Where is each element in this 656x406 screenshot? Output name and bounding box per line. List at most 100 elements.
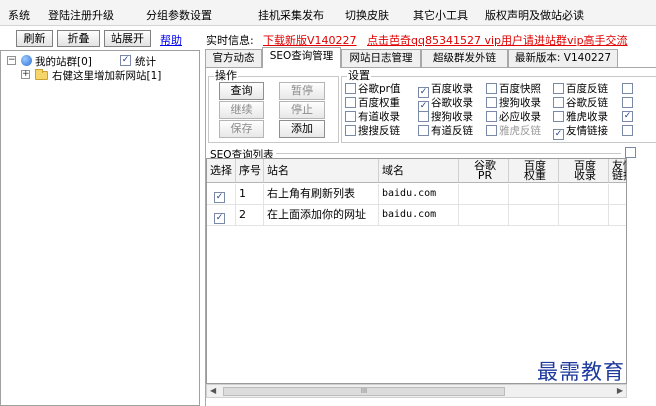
- table-row-2-no: 2: [236, 205, 264, 226]
- menu-login-register[interactable]: 登陆注册升级: [48, 7, 114, 23]
- opt-baidu-weight[interactable]: 百度权重: [345, 97, 400, 109]
- opt-youdao-backlinks[interactable]: 有道反链: [418, 125, 473, 137]
- tab-seo-query[interactable]: SEO查询管理: [262, 47, 341, 68]
- opt-sogou-index-2[interactable]: 搜狗收录: [418, 111, 473, 123]
- stats-label: 统计: [135, 56, 156, 68]
- overflow-checkbox-2[interactable]: [622, 97, 633, 108]
- opt-sogou-index[interactable]: 搜狗收录: [486, 97, 541, 109]
- scroll-right-icon[interactable]: ▶: [617, 386, 623, 395]
- menu-group-settings[interactable]: 分组参数设置: [146, 7, 212, 23]
- opt-bing-index[interactable]: 必应收录: [486, 111, 541, 123]
- collapse-icon[interactable]: −: [7, 56, 16, 65]
- sogou-index-2-checkbox[interactable]: [418, 111, 429, 122]
- table-row-1-name: 右上角有刷新列表: [264, 184, 379, 205]
- stats-checkbox[interactable]: [120, 55, 131, 66]
- add-button[interactable]: 添加: [279, 120, 325, 138]
- tab-mass-backlinks[interactable]: 超级群发外链: [421, 49, 508, 67]
- col-header-google-pr[interactable]: 谷歌 PR: [459, 159, 509, 183]
- globe-icon: [21, 55, 32, 66]
- save-button[interactable]: 保存: [219, 120, 264, 138]
- soso-backlinks-checkbox[interactable]: [345, 125, 356, 136]
- menu-bar: 系统 登陆注册升级 分组参数设置 挂机采集发布 切换皮肤 其它小工具 版权声明及…: [0, 0, 656, 26]
- menu-system[interactable]: 系统: [8, 7, 30, 23]
- bing-index-checkbox[interactable]: [486, 111, 497, 122]
- scroll-thumb[interactable]: III: [223, 387, 505, 396]
- sogou-index-checkbox[interactable]: [486, 97, 497, 108]
- row-2-checkbox[interactable]: [214, 213, 225, 224]
- list-title-divider: [276, 153, 621, 154]
- youdao-backlinks-checkbox[interactable]: [418, 125, 429, 136]
- col-header-friend-links[interactable]: 友情 链接: [609, 159, 626, 183]
- baidu-snapshot-checkbox[interactable]: [486, 83, 497, 94]
- opt-google-backlinks[interactable]: 谷歌反链: [553, 97, 608, 109]
- expand-icon[interactable]: +: [21, 70, 30, 79]
- opt-google-pr[interactable]: 谷歌pr值: [345, 83, 400, 95]
- opt-baidu-snapshot[interactable]: 百度快照: [486, 83, 541, 95]
- refresh-button[interactable]: 刷新: [16, 30, 53, 47]
- table-row-1-baidu-index: [559, 184, 609, 205]
- opt-baidu-backlinks[interactable]: 百度反链: [553, 83, 608, 95]
- opt-friend-links[interactable]: 友情链接: [553, 125, 608, 140]
- tree-child-label: 右健这里增加新网站[1]: [52, 70, 162, 82]
- menu-switch-skin[interactable]: 切换皮肤: [345, 7, 389, 23]
- opt-yahoo-index[interactable]: 雅虎收录: [553, 111, 608, 123]
- col-header-no[interactable]: 序号: [236, 159, 264, 183]
- tree-root-label: 我的站群[0]: [35, 56, 92, 68]
- row-1-checkbox[interactable]: [214, 192, 225, 203]
- opt-yahoo-backlinks[interactable]: 雅虎反链: [486, 125, 541, 137]
- table-row-1-google-pr: [459, 184, 509, 205]
- menu-collect-publish[interactable]: 挂机采集发布: [258, 7, 324, 23]
- opt-google-index[interactable]: 谷歌收录: [418, 97, 473, 112]
- scroll-left-icon[interactable]: ◀: [210, 386, 216, 395]
- stop-button[interactable]: 停止: [279, 101, 325, 119]
- fold-button[interactable]: 折叠: [57, 30, 100, 47]
- friend-links-checkbox[interactable]: [553, 129, 564, 140]
- yahoo-backlinks-checkbox[interactable]: [486, 125, 497, 136]
- site-tree: − 我的站群[0] 统计 + 右健这里增加新网站[1]: [0, 50, 200, 406]
- query-button[interactable]: 查询: [219, 82, 264, 100]
- table-row-2-select[interactable]: [207, 205, 236, 226]
- yahoo-index-checkbox[interactable]: [553, 111, 564, 122]
- table-row-2-friend-links: [609, 205, 626, 226]
- tree-child[interactable]: + 右健这里增加新网站[1]: [1, 68, 199, 82]
- watermark-text: 最需教育: [537, 360, 625, 384]
- table-row-1-select[interactable]: [207, 184, 236, 205]
- col-header-baidu-index[interactable]: 百度 收录: [559, 159, 609, 183]
- tab-bar: 官方动态 SEO查询管理 网站日志管理 超级群发外链 最新版本: V140227: [205, 47, 656, 68]
- tree-toolbar: 刷新 折叠 站展开 帮助: [0, 28, 202, 48]
- opt-youdao-index[interactable]: 有道收录: [345, 111, 400, 123]
- table-row-1-no: 1: [236, 184, 264, 205]
- col-header-domain[interactable]: 域名: [379, 159, 459, 183]
- continue-button[interactable]: 继续: [219, 101, 264, 119]
- opt-baidu-index[interactable]: 百度收录: [418, 83, 473, 98]
- baidu-weight-checkbox[interactable]: [345, 97, 356, 108]
- help-link[interactable]: 帮助: [160, 32, 182, 48]
- table-row-1-friend-links: [609, 184, 626, 205]
- tab-official-news[interactable]: 官方动态: [205, 49, 262, 67]
- settings-group-title: 设置: [347, 69, 371, 82]
- overflow-checkbox-3[interactable]: [622, 111, 633, 122]
- col-header-baidu-weight[interactable]: 百度 权重: [509, 159, 559, 183]
- overflow-checkbox-1[interactable]: [622, 83, 633, 94]
- col-header-name[interactable]: 站名: [264, 159, 379, 183]
- google-backlinks-checkbox[interactable]: [553, 97, 564, 108]
- expand-button[interactable]: 站展开: [104, 30, 151, 47]
- download-link[interactable]: 下载新版V140227: [263, 32, 357, 48]
- menu-other-tools[interactable]: 其它小工具: [413, 7, 468, 23]
- opt-soso-backlinks[interactable]: 搜搜反链: [345, 125, 400, 137]
- overflow-checkbox-4[interactable]: [622, 125, 633, 136]
- pause-button[interactable]: 暂停: [279, 82, 325, 100]
- youdao-index-checkbox[interactable]: [345, 111, 356, 122]
- baidu-backlinks-checkbox[interactable]: [553, 83, 564, 94]
- tree-root[interactable]: − 我的站群[0] 统计: [1, 54, 199, 68]
- table-row-2-google-pr: [459, 205, 509, 226]
- tab-site-log[interactable]: 网站日志管理: [341, 49, 421, 67]
- select-all-checkbox[interactable]: [625, 147, 636, 158]
- ops-group-title: 操作: [214, 69, 238, 82]
- google-pr-checkbox[interactable]: [345, 83, 356, 94]
- tab-latest-version[interactable]: 最新版本: V140227: [508, 49, 618, 67]
- col-header-select[interactable]: 选择: [207, 159, 236, 183]
- horizontal-scrollbar[interactable]: ◀ III ▶: [206, 384, 627, 398]
- menu-copyright[interactable]: 版权声明及做站必读: [485, 7, 584, 23]
- promo-link[interactable]: 点击芭奇qq85341527 vip用户请进站群vip高手交流: [367, 32, 628, 48]
